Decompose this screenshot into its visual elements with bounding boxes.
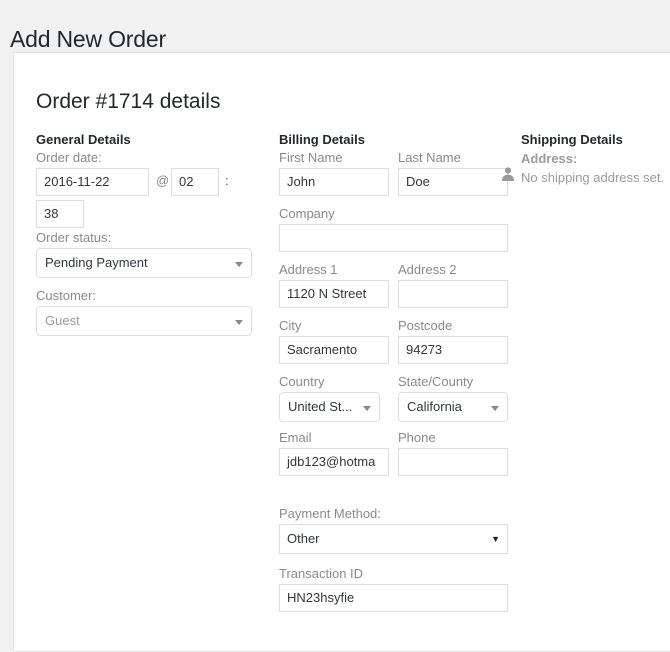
first-name-input[interactable]: John xyxy=(279,168,389,196)
state-label: State/County xyxy=(398,374,474,389)
admin-page: Add New Order Order #1714 details Genera… xyxy=(0,0,670,652)
address2-input[interactable] xyxy=(398,280,508,308)
company-input[interactable] xyxy=(279,224,508,252)
email-input[interactable]: jdb123@hotma xyxy=(279,448,389,476)
customer-select[interactable]: Guest xyxy=(36,306,252,336)
phone-label: Phone xyxy=(398,430,436,445)
first-name-label: First Name xyxy=(279,150,343,165)
chevron-down-icon: ▼ xyxy=(491,534,500,544)
phone-input[interactable] xyxy=(398,448,508,476)
section-title-shipping: Shipping Details xyxy=(521,132,623,147)
section-title-general: General Details xyxy=(36,132,131,147)
section-title-billing: Billing Details xyxy=(279,132,365,147)
transaction-id-label: Transaction ID xyxy=(279,566,364,581)
order-status-value: Pending Payment xyxy=(45,255,148,270)
customer-value: Guest xyxy=(45,313,80,328)
state-select[interactable]: California xyxy=(398,392,508,422)
company-label: Company xyxy=(279,206,335,221)
panel-inner: Order #1714 details General Details Orde… xyxy=(14,53,670,651)
time-colon: : xyxy=(225,173,229,188)
order-minute-input[interactable]: 38 xyxy=(36,200,84,228)
order-details-panel: Order #1714 details General Details Orde… xyxy=(13,52,670,652)
chevron-down-icon xyxy=(235,262,243,267)
transaction-id-input[interactable]: HN23hsyfie xyxy=(279,584,508,612)
payment-method-select[interactable]: Other ▼ xyxy=(279,524,508,554)
shipping-address-label: Address: xyxy=(521,151,578,166)
country-label: Country xyxy=(279,374,325,389)
postcode-input[interactable]: 94273 xyxy=(398,336,508,364)
order-hour-input[interactable]: 02 xyxy=(171,168,219,196)
person-icon xyxy=(500,166,516,182)
email-label: Email xyxy=(279,430,312,445)
at-symbol: @ xyxy=(156,173,170,188)
last-name-input[interactable]: Doe xyxy=(398,168,508,196)
order-status-select[interactable]: Pending Payment xyxy=(36,248,252,278)
page-title: Add New Order xyxy=(10,26,166,53)
postcode-label: Postcode xyxy=(398,318,453,333)
address1-input[interactable]: 1120 N Street xyxy=(279,280,389,308)
state-value: California xyxy=(407,399,462,414)
order-heading: Order #1714 details xyxy=(36,90,221,114)
order-date-label: Order date: xyxy=(36,150,102,165)
city-label: City xyxy=(279,318,302,333)
order-status-label: Order status: xyxy=(36,230,112,245)
payment-method-value: Other xyxy=(287,531,320,546)
order-date-input[interactable]: 2016-11-22 xyxy=(36,168,149,196)
last-name-label: Last Name xyxy=(398,150,461,165)
address1-label: Address 1 xyxy=(279,262,338,277)
city-input[interactable]: Sacramento xyxy=(279,336,389,364)
chevron-down-icon xyxy=(235,320,243,325)
chevron-down-icon xyxy=(363,406,371,411)
shipping-address-value: No shipping address set. xyxy=(521,170,665,185)
payment-method-label: Payment Method: xyxy=(279,506,381,521)
chevron-down-icon xyxy=(491,406,499,411)
address2-label: Address 2 xyxy=(398,262,457,277)
country-select[interactable]: United St... xyxy=(279,392,380,422)
country-value: United St... xyxy=(288,399,353,414)
customer-label: Customer: xyxy=(36,288,96,303)
